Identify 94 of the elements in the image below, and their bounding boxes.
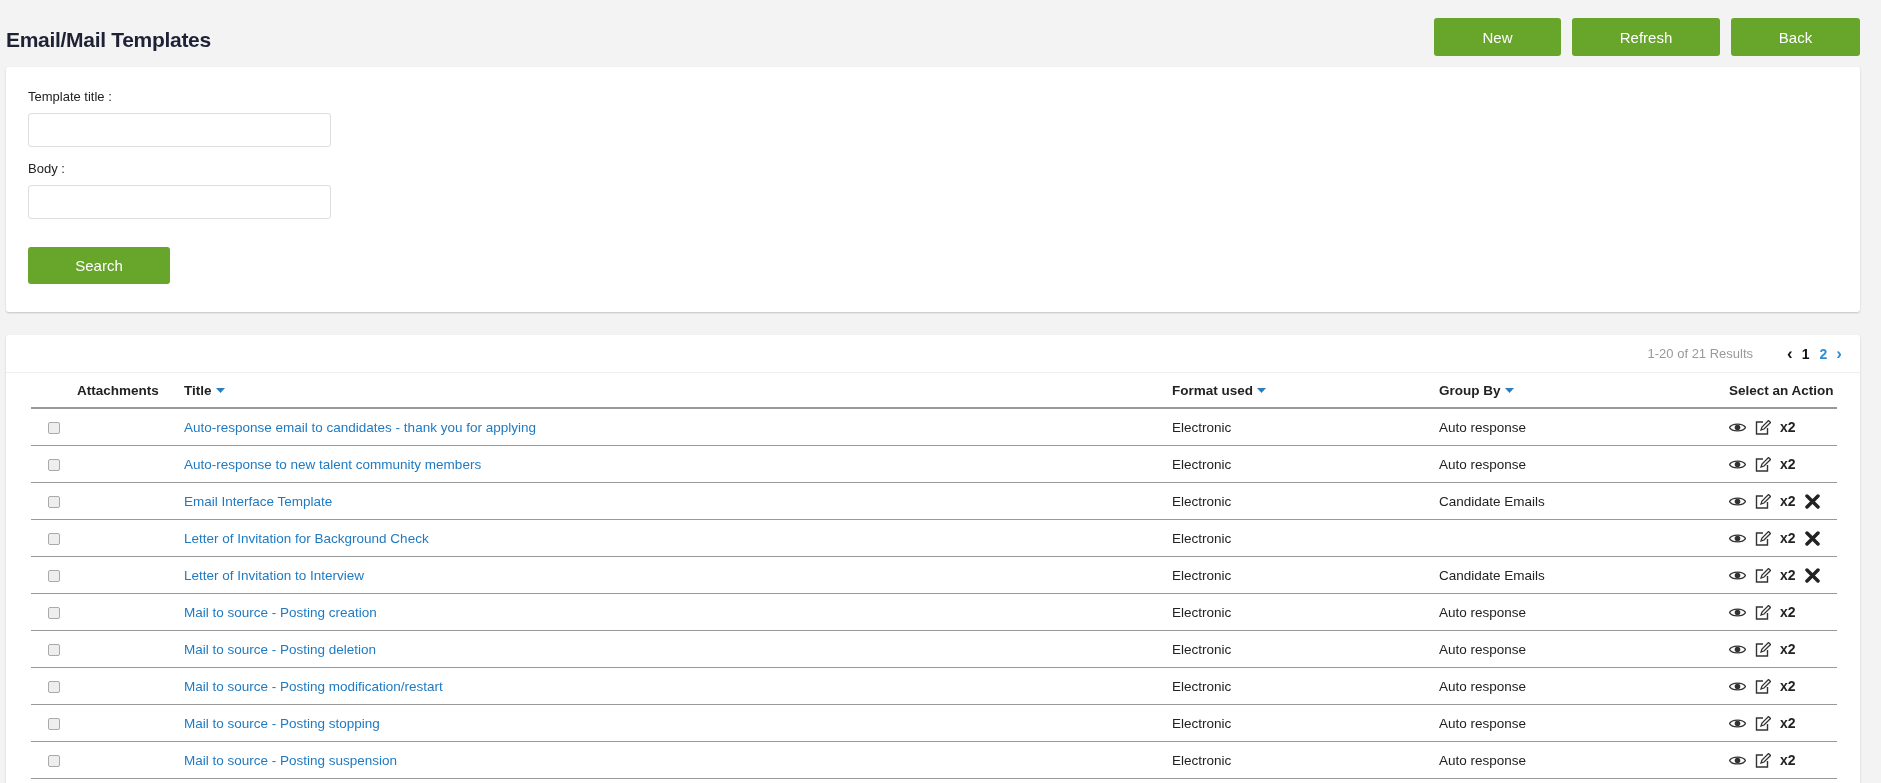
template-title-link[interactable]: Mail to source - Posting deletion	[184, 641, 377, 657]
next-page-button[interactable]: ›	[1832, 343, 1846, 364]
edit-icon[interactable]	[1755, 604, 1771, 620]
eye-icon[interactable]	[1729, 754, 1746, 766]
edit-icon[interactable]	[1755, 530, 1771, 546]
input-field[interactable]	[28, 113, 331, 147]
table-cell: Electronic	[1172, 678, 1232, 694]
page-link[interactable]: 1	[1796, 345, 1815, 362]
table-cell: Electronic	[1172, 456, 1232, 472]
duplicate-action[interactable]: x2	[1780, 641, 1796, 657]
template-title-link[interactable]: Auto-response to new talent community members	[184, 456, 482, 472]
template-title-link[interactable]: Mail to source - Posting stopping	[184, 715, 380, 731]
duplicate-action[interactable]: x2	[1780, 530, 1796, 546]
row-checkbox[interactable]	[48, 532, 60, 545]
template-title-link[interactable]: Auto-response email to candidates - thank you for applying	[184, 419, 536, 435]
eye-icon[interactable]	[1729, 606, 1746, 618]
row-checkbox[interactable]	[48, 717, 60, 730]
edit-icon[interactable]	[1755, 752, 1771, 768]
table-cell: Electronic	[1172, 493, 1232, 509]
edit-icon[interactable]	[1755, 678, 1771, 694]
template-title-link[interactable]: Mail to source - Posting suspension	[184, 752, 398, 768]
edit-icon[interactable]	[1755, 419, 1771, 435]
duplicate-action[interactable]: x2	[1780, 419, 1796, 435]
column-header: Select an Action	[1729, 382, 1834, 398]
eye-icon[interactable]	[1729, 532, 1746, 544]
row-checkbox[interactable]	[48, 606, 60, 619]
table-cell: Auto response	[1439, 678, 1527, 694]
eye-icon[interactable]	[1729, 643, 1746, 655]
table-cell: Candidate Emails	[1439, 567, 1545, 583]
eye-icon[interactable]	[1729, 495, 1746, 507]
table-cell: Candidate Emails	[1439, 493, 1545, 509]
eye-icon[interactable]	[1729, 717, 1746, 729]
table-cell: Auto response	[1439, 715, 1527, 731]
sort-caret-icon[interactable]	[1504, 388, 1514, 394]
template-title-link[interactable]: Letter of Invitation for Background Check	[184, 530, 429, 546]
edit-icon[interactable]	[1755, 567, 1771, 583]
table-cell: Electronic	[1172, 752, 1232, 768]
template-title-link[interactable]: Letter of Invitation to Interview	[184, 567, 365, 583]
template-title-link[interactable]: Mail to source - Posting modification/restart	[184, 678, 443, 694]
field-label: Body :	[28, 161, 66, 176]
column-header[interactable]: Group By	[1439, 382, 1501, 398]
results-count: 1-20 of 21 Results	[1647, 346, 1754, 361]
delete-icon[interactable]	[1804, 530, 1820, 546]
row-checkbox[interactable]	[48, 643, 60, 656]
delete-icon[interactable]	[1804, 567, 1820, 583]
edit-icon[interactable]	[1755, 715, 1771, 731]
row-checkbox[interactable]	[48, 421, 60, 434]
table-cell: Auto response	[1439, 456, 1527, 472]
input-field[interactable]	[28, 185, 331, 219]
duplicate-action[interactable]: x2	[1780, 493, 1796, 509]
row-checkbox[interactable]	[48, 495, 60, 508]
sort-caret-icon[interactable]	[215, 388, 225, 394]
edit-icon[interactable]	[1755, 641, 1771, 657]
row-checkbox[interactable]	[48, 569, 60, 582]
eye-icon[interactable]	[1729, 458, 1746, 470]
table-cell: Auto response	[1439, 419, 1527, 435]
duplicate-action[interactable]: x2	[1780, 715, 1796, 731]
column-header[interactable]: Format used	[1172, 382, 1253, 398]
row-checkbox[interactable]	[48, 754, 60, 767]
row-checkbox[interactable]	[48, 680, 60, 693]
eye-icon[interactable]	[1729, 569, 1746, 581]
eye-icon[interactable]	[1729, 421, 1746, 433]
previous-page-button[interactable]: ‹	[1783, 343, 1797, 364]
sort-caret-icon[interactable]	[1257, 388, 1266, 394]
edit-icon[interactable]	[1755, 456, 1771, 472]
duplicate-action[interactable]: x2	[1780, 567, 1796, 583]
column-header: Attachments	[77, 382, 159, 398]
duplicate-action[interactable]: x2	[1780, 752, 1796, 768]
header-button[interactable]: New	[1434, 18, 1561, 56]
edit-icon[interactable]	[1755, 493, 1771, 509]
search-button[interactable]: Search	[28, 247, 170, 284]
template-title-link[interactable]: Email Interface Template	[184, 493, 333, 509]
table-cell: Auto response	[1439, 604, 1527, 620]
table-cell: Auto response	[1439, 641, 1527, 657]
header-button[interactable]: Refresh	[1572, 18, 1720, 56]
page-link[interactable]: 2	[1814, 345, 1833, 362]
table-cell: Electronic	[1172, 641, 1232, 657]
duplicate-action[interactable]: x2	[1780, 678, 1796, 694]
table-cell: Electronic	[1172, 715, 1232, 731]
table-cell: Electronic	[1172, 567, 1232, 583]
header-button[interactable]: Back	[1731, 18, 1860, 56]
eye-icon[interactable]	[1729, 680, 1746, 692]
table-cell: Electronic	[1172, 604, 1232, 620]
duplicate-action[interactable]: x2	[1780, 604, 1796, 620]
delete-icon[interactable]	[1804, 493, 1820, 509]
table-cell: Auto response	[1439, 752, 1527, 768]
page-title: Email/Mail Templates	[6, 28, 211, 52]
table-cell: Electronic	[1172, 530, 1232, 546]
field-label: Template title :	[28, 89, 113, 104]
column-header[interactable]: Title	[184, 382, 212, 398]
duplicate-action[interactable]: x2	[1780, 456, 1796, 472]
row-checkbox[interactable]	[48, 458, 60, 471]
template-title-link[interactable]: Mail to source - Posting creation	[184, 604, 377, 620]
table-cell: Electronic	[1172, 419, 1232, 435]
